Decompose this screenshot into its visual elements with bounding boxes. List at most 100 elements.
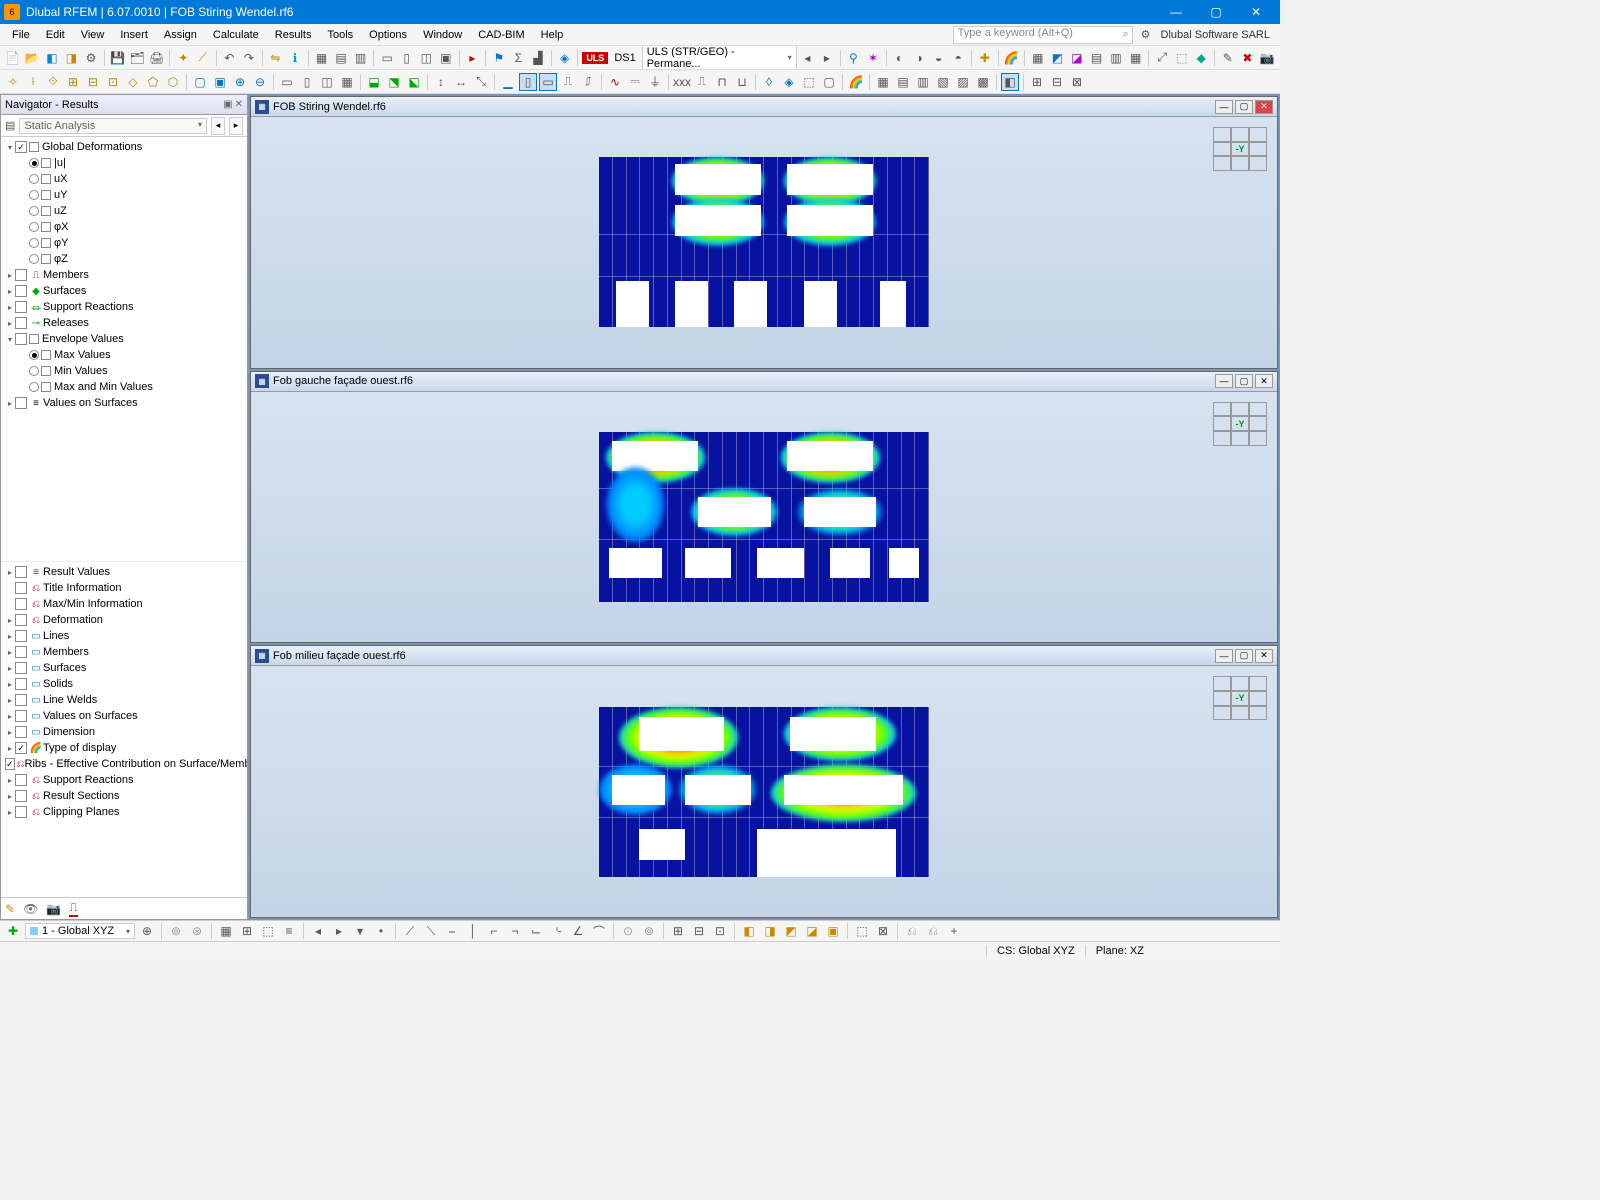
t2-v[interactable]: ↔ xyxy=(452,73,470,91)
bt-35[interactable]: ⎌ xyxy=(924,922,942,940)
bt-26[interactable]: ⊡ xyxy=(711,922,729,940)
win2-icon[interactable]: ◩ xyxy=(1049,49,1067,67)
rb-phix[interactable] xyxy=(29,222,39,232)
t2-q[interactable]: ▦ xyxy=(338,73,356,91)
view-min-1[interactable]: — xyxy=(1215,100,1233,114)
menu-results[interactable]: Results xyxy=(267,27,320,43)
menu-tools[interactable]: Tools xyxy=(319,27,361,43)
d-15[interactable]: Clipping Planes xyxy=(43,806,119,818)
view3d-icon[interactable]: ◈ xyxy=(556,49,574,67)
bt-34[interactable]: ⎌ xyxy=(903,922,921,940)
bt-32[interactable]: ⬚ xyxy=(853,922,871,940)
tree-members[interactable]: Members xyxy=(43,269,89,281)
rb-uz[interactable] xyxy=(29,206,39,216)
cb-envelope[interactable] xyxy=(15,333,27,345)
bt-3[interactable]: ⊛ xyxy=(188,922,206,940)
doc1-icon[interactable]: ▭ xyxy=(378,49,396,67)
view-canvas-3[interactable]: -Y xyxy=(251,666,1277,917)
t2-ae[interactable]: ⏚ xyxy=(646,73,664,91)
t2-ao[interactable]: ▦ xyxy=(874,73,892,91)
t2-p[interactable]: ◫ xyxy=(318,73,336,91)
d-1[interactable]: Title Information xyxy=(43,582,121,594)
save-icon[interactable]: 💾 xyxy=(109,49,127,67)
t2-g[interactable]: ◇ xyxy=(124,73,142,91)
t2-a[interactable]: ✧ xyxy=(4,73,22,91)
axis-widget-2[interactable]: -Y xyxy=(1213,402,1267,446)
view-canvas-2[interactable]: -Y xyxy=(251,392,1277,643)
show2-icon[interactable]: ◑ xyxy=(910,49,928,67)
cb-releases[interactable] xyxy=(15,317,27,329)
t2-ag[interactable]: ⎍ xyxy=(693,73,711,91)
bt-36[interactable]: + xyxy=(945,922,963,940)
view-min-2[interactable]: — xyxy=(1215,374,1233,388)
menu-calculate[interactable]: Calculate xyxy=(205,27,267,43)
sigma-icon[interactable]: Σ xyxy=(510,49,528,67)
cb-valsurf[interactable] xyxy=(15,397,27,409)
cb-d1[interactable] xyxy=(15,582,27,594)
t2-z[interactable]: ▭ xyxy=(539,73,557,91)
bt-13[interactable]: ⟍ xyxy=(422,922,440,940)
t2-b[interactable]: ⟊ xyxy=(24,73,42,91)
menu-file[interactable]: File xyxy=(4,27,38,43)
d-4[interactable]: Lines xyxy=(43,630,69,642)
d-10[interactable]: Dimension xyxy=(43,726,95,738)
t2-af[interactable]: xxx xyxy=(673,73,691,91)
zoom-icon[interactable]: ⤢ xyxy=(1153,49,1171,67)
view-close-1[interactable]: ✕ xyxy=(1255,100,1273,114)
tree-surfaces[interactable]: Surfaces xyxy=(43,285,86,297)
show3-icon[interactable]: ◒ xyxy=(930,49,948,67)
t2-ai[interactable]: ⊔ xyxy=(733,73,751,91)
cube-icon[interactable]: ⬚ xyxy=(1173,49,1191,67)
view-min-3[interactable]: — xyxy=(1215,649,1233,663)
menu-cadbim[interactable]: CAD-BIM xyxy=(470,27,532,43)
keyword-search[interactable]: Type a keyword (Alt+Q) xyxy=(953,26,1133,44)
menu-options[interactable]: Options xyxy=(361,27,415,43)
bt-16[interactable]: ⌐ xyxy=(485,922,503,940)
d-5[interactable]: Members xyxy=(43,646,89,658)
bt-9[interactable]: ▸ xyxy=(330,922,348,940)
bt-24[interactable]: ⊞ xyxy=(669,922,687,940)
analysis-next[interactable]: ▸ xyxy=(229,117,243,135)
tree-phix[interactable]: φX xyxy=(54,221,68,233)
print-icon[interactable]: 🖨 xyxy=(148,49,166,67)
node-icon[interactable]: ✦ xyxy=(174,49,192,67)
nav-pin-icon[interactable]: ▣ xyxy=(223,99,232,110)
camera-icon[interactable]: 📷 xyxy=(1258,49,1276,67)
t2-c[interactable]: ⟐ xyxy=(44,73,62,91)
tree-uy[interactable]: uY xyxy=(54,189,67,201)
doc3-icon[interactable]: ◫ xyxy=(418,49,436,67)
doc2-icon[interactable]: ▯ xyxy=(398,49,416,67)
t2-ap[interactable]: ▤ xyxy=(894,73,912,91)
cb-members[interactable] xyxy=(15,269,27,281)
bt-14[interactable]: ⎯ xyxy=(443,922,461,940)
cb-surfaces[interactable] xyxy=(15,285,27,297)
shade-icon[interactable]: ◆ xyxy=(1193,49,1211,67)
bt-axis-icon[interactable]: ✚ xyxy=(4,922,22,940)
cb-d2[interactable] xyxy=(15,598,27,610)
tree-u[interactable]: |u| xyxy=(54,157,66,169)
d-7[interactable]: Solids xyxy=(43,678,73,690)
d-14[interactable]: Result Sections xyxy=(43,790,119,802)
close-button[interactable]: ✕ xyxy=(1236,0,1276,24)
menu-assign[interactable]: Assign xyxy=(156,27,205,43)
t2-an[interactable]: 🌈 xyxy=(847,73,865,91)
t2-ad[interactable]: ⎓ xyxy=(626,73,644,91)
t2-e[interactable]: ⊟ xyxy=(84,73,102,91)
bt-11[interactable]: • xyxy=(372,922,390,940)
tab-data-icon[interactable]: ✎ xyxy=(5,902,15,916)
analysis-combo[interactable]: Static Analysis xyxy=(19,118,207,134)
d-6[interactable]: Surfaces xyxy=(43,662,86,674)
loadcase-combo[interactable]: ULS (STR/GEO) - Permane... xyxy=(642,46,797,70)
filter2-icon[interactable]: ✶ xyxy=(864,49,882,67)
t2-as[interactable]: ▨ xyxy=(954,73,972,91)
rb-phiy[interactable] xyxy=(29,238,39,248)
t2-ar[interactable]: ▧ xyxy=(934,73,952,91)
tree-support[interactable]: Support Reactions xyxy=(43,301,134,313)
cs-combo[interactable]: 1 - Global XYZ xyxy=(25,923,135,939)
tree-maxv[interactable]: Max Values xyxy=(54,349,111,361)
bt-17[interactable]: ¬ xyxy=(506,922,524,940)
t2-s[interactable]: ⬔ xyxy=(385,73,403,91)
maximize-button[interactable]: ▢ xyxy=(1196,0,1236,24)
flag-icon[interactable]: ⚑ xyxy=(490,49,508,67)
show1-icon[interactable]: ◐ xyxy=(891,49,909,67)
